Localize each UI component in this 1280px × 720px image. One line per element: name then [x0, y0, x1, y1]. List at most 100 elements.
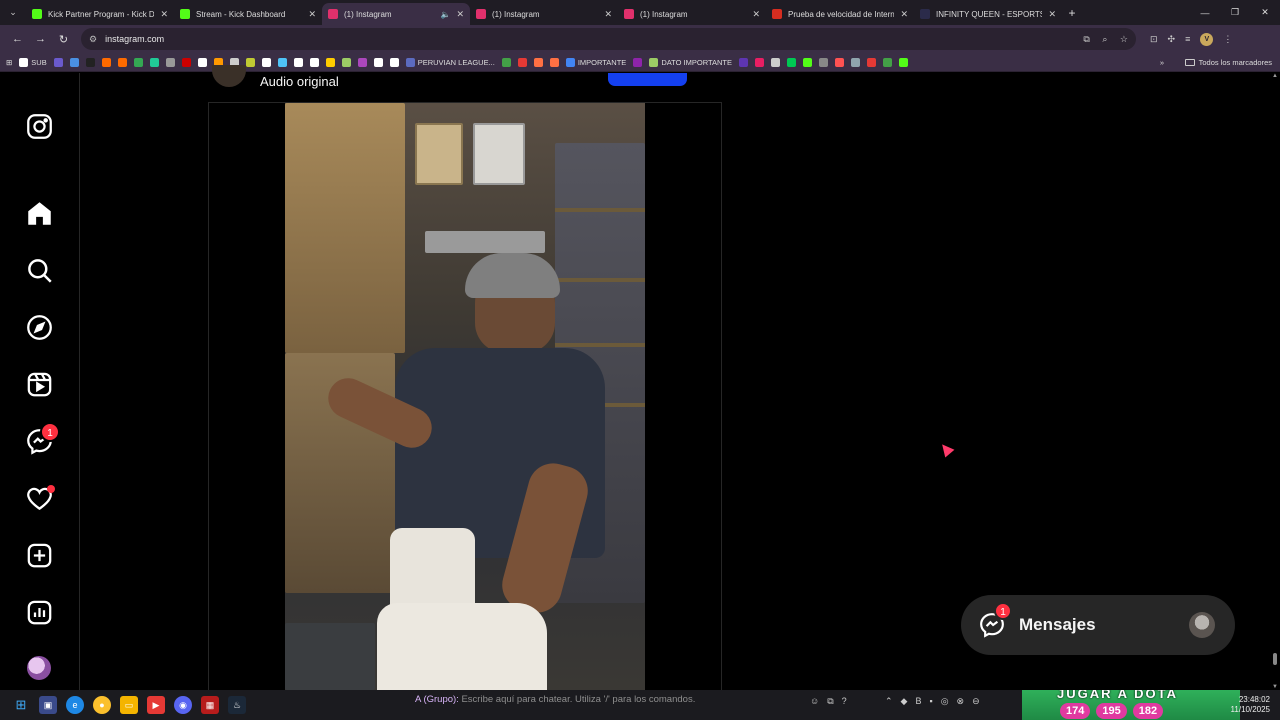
follow-button[interactable] [608, 73, 687, 86]
tray-app-icon[interactable]: ▪ [929, 696, 932, 707]
bookmark-item[interactable] [293, 57, 303, 67]
tray-expand-icon[interactable]: ⌃ [885, 696, 893, 707]
bookmark-item[interactable] [787, 57, 797, 67]
minimize-icon[interactable]: — [1190, 8, 1220, 18]
bookmark-item[interactable] [69, 57, 79, 67]
tab-close-icon[interactable]: ✕ [604, 9, 612, 20]
tab-close-icon[interactable]: ✕ [900, 9, 908, 20]
tab-close-icon[interactable]: ✕ [1048, 9, 1056, 20]
screenshot-icon[interactable]: ⧉ [827, 696, 833, 707]
bookmark-item[interactable] [53, 57, 63, 67]
tray-app-icon[interactable]: B [915, 696, 921, 707]
windows-start-icon[interactable]: ⊞ [12, 696, 30, 714]
browser-tab[interactable]: INFINITY QUEEN - ESPORTS FE ✕ [914, 3, 1062, 25]
author-avatar[interactable] [212, 65, 246, 87]
url-text[interactable]: instagram.com [105, 34, 1065, 44]
media-controls-icon[interactable]: ≡ [1185, 34, 1190, 44]
bookmark-item[interactable] [181, 57, 191, 67]
bookmark-item[interactable] [373, 57, 383, 67]
bookmark-item[interactable] [851, 57, 861, 67]
bookmark-item[interactable] [261, 57, 271, 67]
browser-tab[interactable]: Kick Partner Program - Kick Da ✕ [26, 3, 174, 25]
more-bookmarks-icon[interactable]: » [1160, 58, 1164, 67]
bookmark-item[interactable] [245, 57, 255, 67]
task-view-icon[interactable]: ▣ [39, 696, 57, 714]
all-bookmarks-folder[interactable]: Todos los marcadores [1184, 58, 1272, 67]
bookmark-item[interactable] [899, 57, 909, 67]
bookmark-item[interactable] [389, 57, 399, 67]
scroll-up-arrow[interactable]: ▲ [1271, 73, 1279, 79]
chrome-icon[interactable]: ● [93, 696, 111, 714]
bookmark-item[interactable] [357, 57, 367, 67]
bookmark-item[interactable] [149, 57, 159, 67]
tray-app-icon[interactable]: ⊖ [972, 696, 980, 707]
bookmark-item[interactable] [325, 57, 335, 67]
tab-close-icon[interactable]: ✕ [752, 9, 760, 20]
browser-tab[interactable]: (1) Instagram ✕ [618, 3, 766, 25]
tray-app-icon[interactable]: ◎ [941, 696, 949, 707]
scroll-thumb[interactable] [1273, 653, 1277, 665]
home-icon[interactable] [26, 200, 53, 227]
bookmark-item[interactable] [803, 57, 813, 67]
tab-search-button[interactable]: ⌄ [0, 0, 26, 25]
bookmark-item[interactable] [197, 57, 207, 67]
tab-audio-icon[interactable]: 🔈 [440, 10, 450, 19]
bookmark-item[interactable] [739, 57, 749, 67]
profile-avatar-icon[interactable] [27, 656, 51, 680]
help-icon[interactable]: ? [842, 696, 847, 707]
dashboard-icon[interactable] [26, 599, 53, 626]
edge-icon[interactable]: e [66, 696, 84, 714]
bookmark-item[interactable] [517, 57, 527, 67]
browser-tab[interactable]: Stream - Kick Dashboard ✕ [174, 3, 322, 25]
bookmark-item[interactable] [549, 57, 559, 67]
bookmark-item[interactable] [133, 57, 143, 67]
bookmark-item[interactable] [819, 57, 829, 67]
browser-menu-icon[interactable]: ⋮ [1223, 34, 1232, 45]
bookmark-item[interactable] [755, 57, 765, 67]
bookmark-item[interactable] [633, 57, 643, 67]
open-in-app-icon[interactable]: ⧉ [1083, 34, 1089, 44]
bookmark-item[interactable] [277, 57, 287, 67]
search-icon[interactable] [26, 257, 53, 284]
bookmark-item[interactable] [835, 57, 845, 67]
file-explorer-icon[interactable]: ▭ [120, 696, 138, 714]
browser-tab[interactable]: Prueba de velocidad de Interne ✕ [766, 3, 914, 25]
tray-app-icon[interactable]: ◆ [901, 696, 908, 707]
new-tab-button[interactable]: + [1062, 6, 1082, 20]
page-scrollbar[interactable]: ▲ ▼ [1271, 73, 1279, 690]
address-bar[interactable]: ⚙ instagram.com ⧉ ⌕ ☆ [81, 28, 1136, 50]
extensions-menu-icon[interactable]: ⊡ [1150, 34, 1158, 45]
messages-pill[interactable]: 1 Mensajes [961, 595, 1235, 655]
emoji-icon[interactable]: ☺ [810, 696, 819, 707]
bookmark-item[interactable] [117, 57, 127, 67]
game-banner[interactable]: JUGAR A DOTA 174 195 182 [1022, 690, 1240, 720]
bookmark-item[interactable] [533, 57, 543, 67]
reel-video[interactable] [285, 103, 645, 690]
apps-grid-icon[interactable]: ⊞ [6, 58, 12, 67]
tab-close-icon[interactable]: ✕ [456, 9, 464, 20]
bookmark-item[interactable]: SUB [19, 57, 47, 67]
bookmark-item[interactable] [309, 57, 319, 67]
puzzle-icon[interactable]: ✣ [1168, 34, 1176, 45]
tab-close-icon[interactable]: ✕ [160, 9, 168, 20]
bookmark-item[interactable] [165, 57, 175, 67]
close-window-icon[interactable]: ✕ [1250, 7, 1280, 18]
bookmark-item[interactable] [341, 57, 351, 67]
reels-icon[interactable] [26, 371, 53, 398]
create-icon[interactable] [26, 542, 53, 569]
site-info-icon[interactable]: ⚙ [89, 34, 97, 45]
back-button[interactable]: ← [6, 33, 29, 45]
bookmark-star-icon[interactable]: ☆ [1120, 34, 1128, 44]
forward-button[interactable]: → [29, 33, 52, 45]
bookmark-item[interactable]: DATO IMPORTANTE [649, 57, 732, 67]
instagram-logo-icon[interactable] [26, 113, 53, 140]
browser-tab[interactable]: (1) Instagram 🔈 ✕ [322, 3, 470, 25]
bookmark-item[interactable] [501, 57, 511, 67]
profile-avatar[interactable]: V [1200, 32, 1214, 46]
bookmark-item[interactable] [101, 57, 111, 67]
system-clock[interactable]: 23:48:02 11/10/2025 [1231, 695, 1270, 715]
bookmark-item[interactable]: PERUVIAN LEAGUE... [405, 57, 495, 67]
bookmark-item[interactable] [867, 57, 877, 67]
game-app-icon[interactable]: ▦ [201, 696, 219, 714]
chat-input-hint[interactable]: Escribe aquí para chatear. Utiliza '/' p… [461, 694, 695, 705]
